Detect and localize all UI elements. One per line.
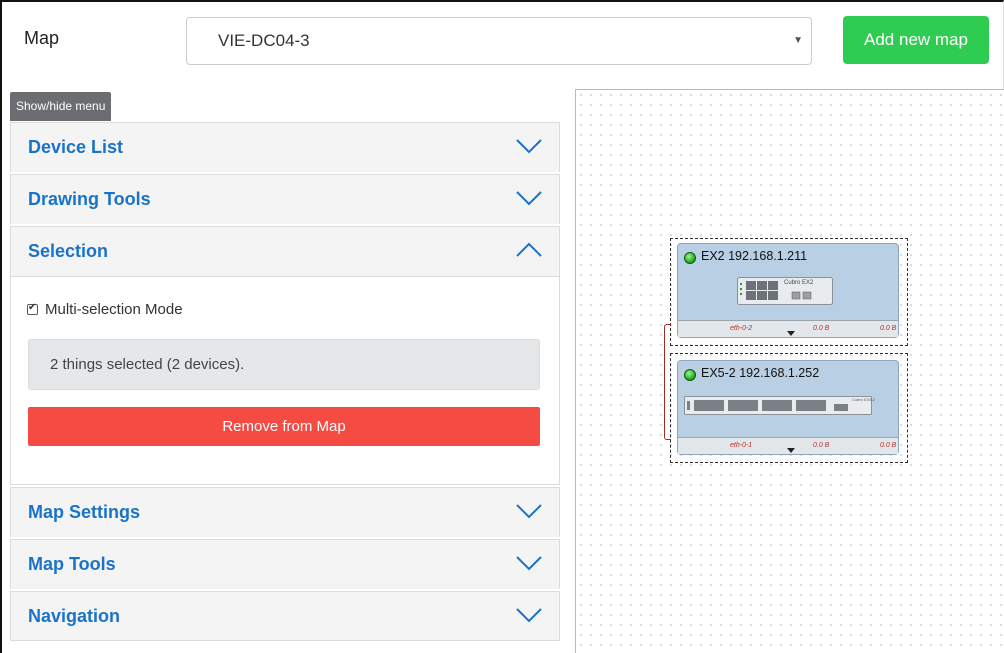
port-name: eth-0-1 (730, 442, 753, 449)
port-rx: 0.0 B (813, 325, 830, 332)
device-port-bar: eth-0-2 0.0 B 0.0 B (678, 320, 898, 337)
port-name: eth-0-2 (730, 325, 753, 332)
device-port-bar: eth-0-1 0.0 B 0.0 B (678, 437, 898, 454)
panel-title: Selection (28, 241, 109, 261)
chevron-down-icon (516, 556, 542, 571)
caret-down-icon: ▼ (793, 35, 803, 46)
panel-title: Map Settings (28, 502, 141, 522)
map-label: Map (24, 28, 60, 48)
chevron-down-icon (516, 139, 542, 154)
expand-arrow-icon[interactable] (787, 331, 795, 336)
panel-title: Map Tools (28, 554, 116, 574)
expand-arrow-icon[interactable] (787, 448, 795, 453)
chevron-down-icon (516, 504, 542, 519)
panel-title: Drawing Tools (28, 189, 151, 209)
status-led-icon (684, 252, 696, 264)
panel-map-tools[interactable]: Map Tools (10, 539, 560, 589)
port-tx: 0.0 B (880, 325, 897, 332)
remove-from-map-button[interactable]: Remove from Map (28, 407, 540, 446)
device-node[interactable]: EX5-2 192.168.1.252 Cubro EX5-2 eth-0-1 … (677, 360, 899, 455)
chevron-down-icon (516, 608, 542, 623)
device-node[interactable]: EX2 192.168.1.211 Cubro EX2 eth-0-2 0.0 … (677, 243, 899, 338)
chevron-down-icon (516, 191, 542, 206)
chevron-up-icon (516, 242, 542, 257)
device-title: EX5-2 192.168.1.252 (701, 366, 820, 380)
checkbox-icon[interactable] (27, 302, 38, 315)
panel-title: Navigation (28, 606, 121, 626)
panel-device-list[interactable]: Device List (10, 122, 560, 172)
map-select[interactable]: VIE-DC04-3 ▼ (186, 17, 812, 65)
port-tx: 0.0 B (880, 442, 897, 449)
multi-selection-checkbox[interactable]: Multi-selection Mode (27, 301, 183, 318)
add-new-map-button[interactable]: Add new map (843, 16, 989, 64)
panel-drawing-tools[interactable]: Drawing Tools (10, 174, 560, 224)
device-model: Cubro EX2 (784, 280, 814, 286)
device-model: Cubro EX5-2 (852, 397, 876, 402)
selection-status: 2 things selected (2 devices). (28, 339, 540, 390)
connection-line[interactable] (664, 324, 671, 440)
panel-selection[interactable]: Selection (10, 226, 560, 276)
switch-icon (684, 396, 872, 415)
port-rx: 0.0 B (813, 442, 830, 449)
panel-navigation[interactable]: Navigation (10, 591, 560, 641)
status-led-icon (684, 369, 696, 381)
map-select-value: VIE-DC04-3 (218, 31, 310, 50)
show-hide-menu-button[interactable]: Show/hide menu (10, 92, 112, 121)
device-title: EX2 192.168.1.211 (701, 249, 808, 263)
panel-title: Device List (28, 137, 124, 157)
side-menu: Device List Drawing Tools Selection Mult… (10, 122, 560, 641)
multi-selection-label: Multi-selection Mode (45, 301, 183, 318)
selection-panel-body: Multi-selection Mode 2 things selected (… (10, 276, 560, 485)
panel-map-settings[interactable]: Map Settings (10, 487, 560, 537)
